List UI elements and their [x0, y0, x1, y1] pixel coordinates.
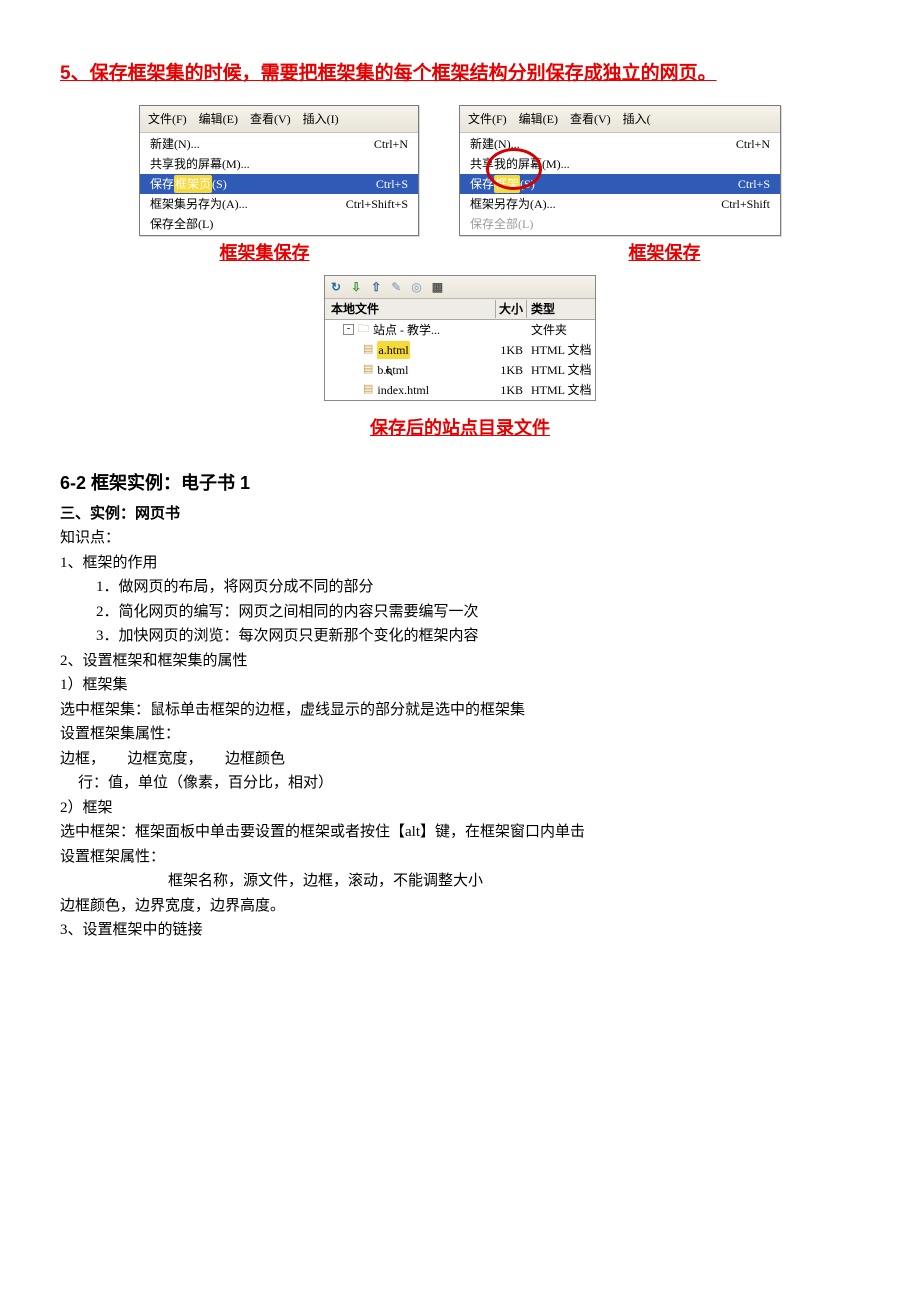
col-localfile: 本地文件 [329, 300, 496, 318]
refresh-icon[interactable]: ↻ [331, 278, 341, 296]
menu-edit[interactable]: 编辑(E) [513, 108, 564, 130]
html-file-icon: ▤ [363, 361, 373, 378]
arrow-down-icon[interactable]: ⇩ [351, 278, 361, 296]
menu-edit[interactable]: 编辑(E) [193, 108, 244, 130]
menu-item-save-all[interactable]: 保存全部(L) [140, 214, 418, 234]
section-6-2-title: 6-2 框架实例：电子书 1 [60, 470, 860, 497]
file-row-a[interactable]: ▤a.html 1KB HTML 文档 [325, 340, 595, 360]
caption-saved-site-files: 保存后的站点目录文件 [60, 415, 860, 442]
menubar-right: 文件(F) 编辑(E) 查看(V) 插入( [460, 106, 780, 133]
highlight-chip: 框架 [494, 175, 520, 193]
menu-item-save-framepage[interactable]: 保存框架页(S) Ctrl+S [140, 174, 418, 194]
menu-file[interactable]: 文件(F) [462, 108, 513, 130]
menubar-left: 文件(F) 编辑(E) 查看(V) 插入(I) [140, 106, 418, 133]
menu-item-new[interactable]: 新建(N)... Ctrl+N [140, 134, 418, 154]
arrow-up-icon[interactable]: ⇧ [371, 278, 381, 296]
html-file-icon: ▤ [363, 341, 373, 358]
menu-insert[interactable]: 插入( [617, 108, 657, 130]
cursor-icon: ↖ [384, 363, 394, 381]
menu-view[interactable]: 查看(V) [244, 108, 297, 130]
menu-item-save-all[interactable]: 保存全部(L) [460, 214, 780, 234]
subsection-title: 三、实例：网页书 [60, 503, 860, 526]
menu-item-new[interactable]: 新建(N)... Ctrl+N [460, 134, 780, 154]
captions-row: 框架集保存 框架保存 [60, 240, 860, 267]
folder-icon: 🗀 [358, 321, 369, 338]
menu-body-left: 新建(N)... Ctrl+N 共享我的屏幕(M)... 保存框架页(S) Ct… [140, 133, 418, 235]
tool-icon[interactable]: ◎ [411, 278, 421, 296]
files-panel: ↻ ⇩ ⇧ ✎ ◎ ▦ 本地文件 大小 类型 -🗀站点 - 教学... 文件夹 … [324, 275, 596, 401]
body-text: 知识点： 1、框架的作用 1．做网页的布局，将网页分成不同的部分 2．简化网页的… [60, 527, 860, 942]
heading-5: 5、保存框架集的时候，需要把框架集的每个框架结构分别保存成独立的网页。 [60, 60, 860, 89]
minus-icon[interactable]: - [343, 324, 354, 335]
col-size: 大小 [496, 300, 527, 318]
menu-item-share-screen[interactable]: 共享我的屏幕(M)... [140, 154, 418, 174]
menu-body-right: 新建(N)... Ctrl+N 共享我的屏幕(M)... 保存框架(S) Ctr… [460, 133, 780, 235]
file-row-b[interactable]: ▤b.html↖ 1KB HTML 文档 [325, 360, 595, 380]
menu-panel-frameset-save: 文件(F) 编辑(E) 查看(V) 插入(I) 新建(N)... Ctrl+N … [139, 105, 419, 236]
html-file-icon: ▤ [363, 381, 373, 398]
menu-item-share-screen[interactable]: 共享我的屏幕(M)... [460, 154, 780, 174]
menu-item-frame-saveas[interactable]: 框架另存为(A)... Ctrl+Shift [460, 194, 780, 214]
menu-insert[interactable]: 插入(I) [297, 108, 345, 130]
expand-icon[interactable]: ▦ [432, 278, 443, 296]
menu-view[interactable]: 查看(V) [564, 108, 617, 130]
menu-item-save-frame[interactable]: 保存框架(S) Ctrl+S [460, 174, 780, 194]
menus-row: 文件(F) 编辑(E) 查看(V) 插入(I) 新建(N)... Ctrl+N … [60, 105, 860, 236]
file-row-site[interactable]: -🗀站点 - 教学... 文件夹 [325, 320, 595, 340]
tool-icon[interactable]: ✎ [391, 278, 401, 296]
menu-item-frameset-saveas[interactable]: 框架集另存为(A)... Ctrl+Shift+S [140, 194, 418, 214]
menu-file[interactable]: 文件(F) [142, 108, 193, 130]
highlight-chip: 框架页 [174, 175, 212, 193]
files-toolbar: ↻ ⇩ ⇧ ✎ ◎ ▦ [325, 276, 595, 299]
files-header: 本地文件 大小 类型 [325, 299, 595, 320]
file-row-index[interactable]: ▤index.html 1KB HTML 文档 [325, 380, 595, 400]
col-type: 类型 [527, 300, 591, 318]
caption-frame-save: 框架保存 [629, 240, 701, 267]
caption-frameset-save: 框架集保存 [220, 240, 310, 267]
menu-panel-frame-save: 文件(F) 编辑(E) 查看(V) 插入( 新建(N)... Ctrl+N 共享… [459, 105, 781, 236]
